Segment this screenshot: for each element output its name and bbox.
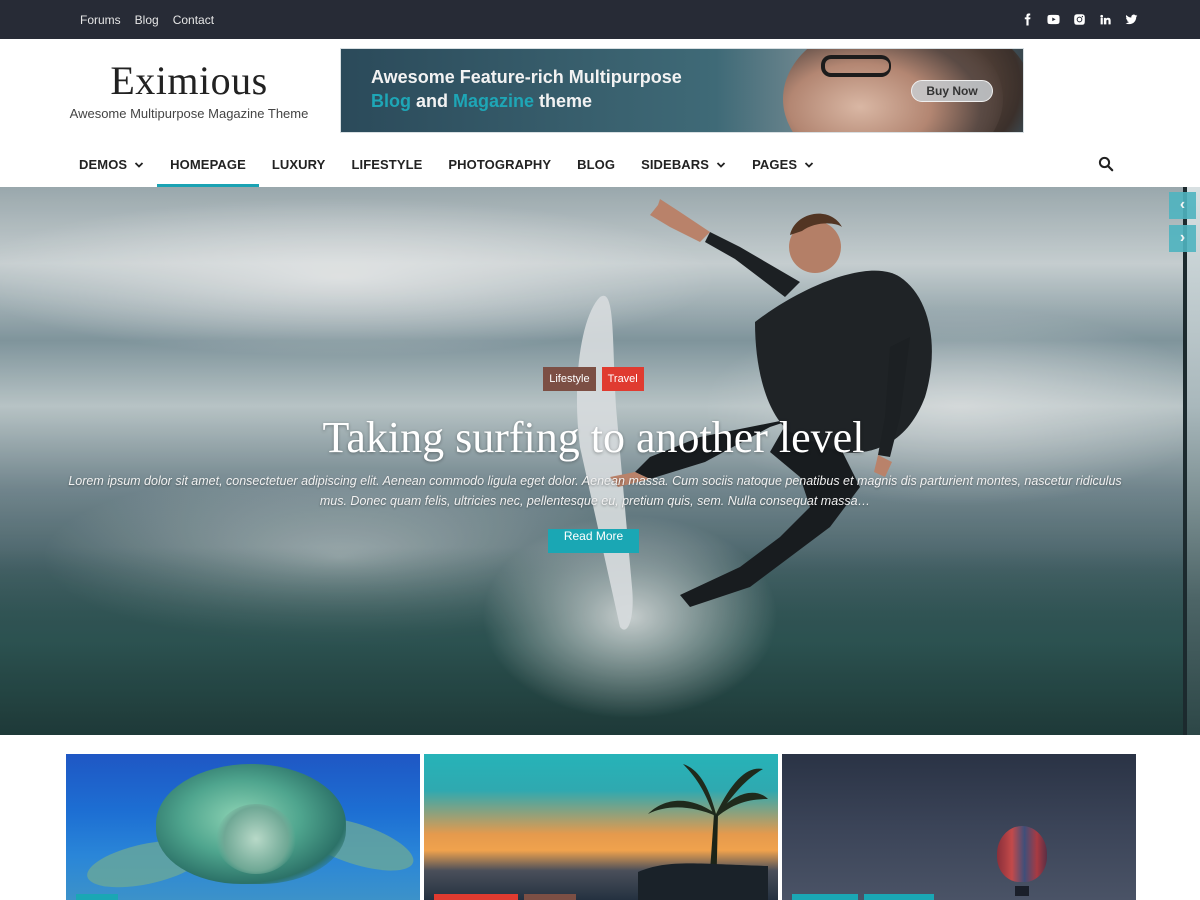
nav-item-lifestyle[interactable]: LIFESTYLE <box>338 142 435 187</box>
nav-label: BLOG <box>577 157 616 172</box>
hero-title[interactable]: Taking surfing to another level <box>0 412 1187 463</box>
nav-label: PAGES <box>752 157 798 172</box>
category-badge[interactable] <box>434 894 518 900</box>
card-image-balloon <box>997 826 1047 882</box>
read-more-button[interactable]: Read More <box>548 529 639 553</box>
header-ad-banner[interactable]: Awesome Feature-rich Multipurpose Blog a… <box>340 48 1024 133</box>
category-badge[interactable] <box>864 894 934 900</box>
top-links: Forums Blog Contact <box>80 0 214 39</box>
linkedin-icon[interactable] <box>1098 13 1112 27</box>
card-image-detail <box>216 804 296 874</box>
nav-label: PHOTOGRAPHY <box>448 157 552 172</box>
post-card-balloon[interactable] <box>782 754 1136 900</box>
nav-item-homepage[interactable]: HOMEPAGE <box>157 142 259 187</box>
search-icon[interactable] <box>1098 156 1114 172</box>
nav-label: DEMOS <box>79 157 128 172</box>
nav-item-demos[interactable]: DEMOS <box>66 142 157 187</box>
ad-headline-line1: Awesome Feature-rich Multipurpose <box>371 67 682 87</box>
twitter-icon[interactable] <box>1124 13 1138 27</box>
ad-text-theme: theme <box>534 91 593 111</box>
category-badge-travel[interactable]: Travel <box>601 367 644 391</box>
ad-headline-line2: Blog and Magazine theme <box>371 91 592 112</box>
youtube-icon[interactable] <box>1046 13 1060 27</box>
chevron-down-icon <box>716 160 726 170</box>
ad-text-and: and <box>411 91 454 111</box>
site-tagline: Awesome Multipurpose Magazine Theme <box>69 106 309 121</box>
nav-label: LIFESTYLE <box>351 157 423 172</box>
main-navigation: DEMOS HOMEPAGE LUXURY LIFESTYLE PHOTOGRA… <box>0 142 1200 187</box>
nav-item-photography[interactable]: PHOTOGRAPHY <box>435 142 564 187</box>
nav-item-luxury[interactable]: LUXURY <box>259 142 339 187</box>
facebook-icon[interactable] <box>1020 13 1034 27</box>
nav-label: HOMEPAGE <box>170 157 246 172</box>
hero-slider: Lifestyle Travel Taking surfing to anoth… <box>0 187 1187 735</box>
category-badge-lifestyle[interactable]: Lifestyle <box>543 367 596 391</box>
top-link-contact[interactable]: Contact <box>173 13 214 27</box>
post-card-sunset[interactable] <box>424 754 778 900</box>
ad-highlight-blog: Blog <box>371 91 411 111</box>
category-badge[interactable] <box>792 894 858 900</box>
next-slide-peek <box>1187 187 1200 735</box>
chevron-down-icon <box>134 160 144 170</box>
card-image-palm <box>638 764 768 900</box>
nav-item-blog[interactable]: BLOG <box>564 142 628 187</box>
slider-next-button[interactable]: › <box>1169 225 1196 252</box>
site-title[interactable]: Eximious <box>60 58 318 104</box>
nav-label: SIDEBARS <box>641 157 710 172</box>
chevron-down-icon <box>804 160 814 170</box>
ad-highlight-magazine: Magazine <box>453 91 535 111</box>
hero-excerpt: Lorem ipsum dolor sit amet, consectetuer… <box>68 474 1122 508</box>
top-bar: Forums Blog Contact <box>0 0 1200 39</box>
ad-sunglasses <box>821 55 891 77</box>
card-image-detail <box>1015 886 1029 896</box>
post-card-turtle[interactable] <box>66 754 420 900</box>
category-badge[interactable] <box>524 894 576 900</box>
category-badge[interactable] <box>76 894 118 900</box>
social-links <box>1020 0 1138 39</box>
instagram-icon[interactable] <box>1072 13 1086 27</box>
nav-label: LUXURY <box>271 157 326 172</box>
ad-buy-now-button[interactable]: Buy Now <box>911 80 993 102</box>
top-link-blog[interactable]: Blog <box>135 13 159 27</box>
hero-categories: Lifestyle Travel <box>0 367 1187 391</box>
nav-item-sidebars[interactable]: SIDEBARS <box>628 142 739 187</box>
site-branding: Eximious Awesome Multipurpose Magazine T… <box>60 58 318 121</box>
slider-prev-button[interactable]: ‹ <box>1169 192 1196 219</box>
top-link-forums[interactable]: Forums <box>80 13 121 27</box>
nav-item-pages[interactable]: PAGES <box>739 142 827 187</box>
